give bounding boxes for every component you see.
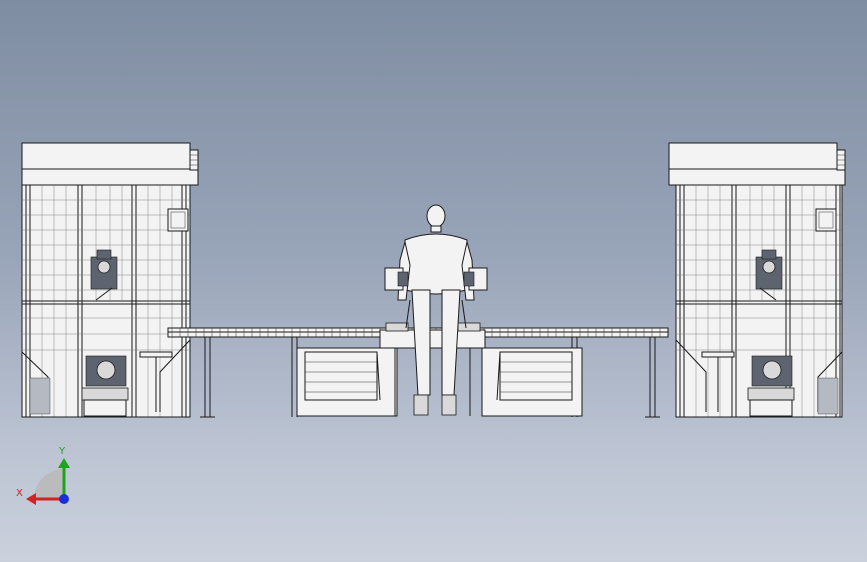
left-cell-stand bbox=[139, 351, 173, 358]
left-cell-top-housing bbox=[21, 142, 191, 170]
x-axis-label: X bbox=[16, 488, 23, 499]
right-fixture-table[interactable] bbox=[481, 347, 583, 417]
coordinate-triad[interactable]: Y X bbox=[16, 446, 70, 505]
figure-right-leg bbox=[441, 289, 461, 396]
left-robot-cell[interactable] bbox=[21, 142, 199, 418]
cad-drawing[interactable]: Y X bbox=[0, 0, 867, 562]
figure-torso bbox=[404, 233, 468, 295]
right-robot-cell[interactable] bbox=[668, 142, 846, 418]
y-axis-label: Y bbox=[58, 446, 66, 457]
right-table-drawer bbox=[499, 351, 573, 401]
left-fixture-table[interactable] bbox=[296, 347, 398, 417]
z-axis-dot bbox=[59, 494, 69, 504]
left-table-drawer bbox=[304, 351, 378, 401]
human-figure[interactable] bbox=[384, 204, 488, 416]
y-axis-arrowhead bbox=[58, 458, 70, 468]
figure-head bbox=[426, 204, 446, 228]
cad-viewport[interactable]: Y X bbox=[0, 0, 867, 562]
right-cell-header bbox=[668, 168, 846, 186]
left-cell-header bbox=[21, 168, 199, 186]
x-axis-arrowhead bbox=[26, 493, 36, 505]
right-cell-top-housing bbox=[668, 142, 838, 170]
center-work-table bbox=[379, 329, 486, 349]
figure-left-leg bbox=[411, 289, 431, 396]
right-cell-stand bbox=[701, 351, 735, 358]
